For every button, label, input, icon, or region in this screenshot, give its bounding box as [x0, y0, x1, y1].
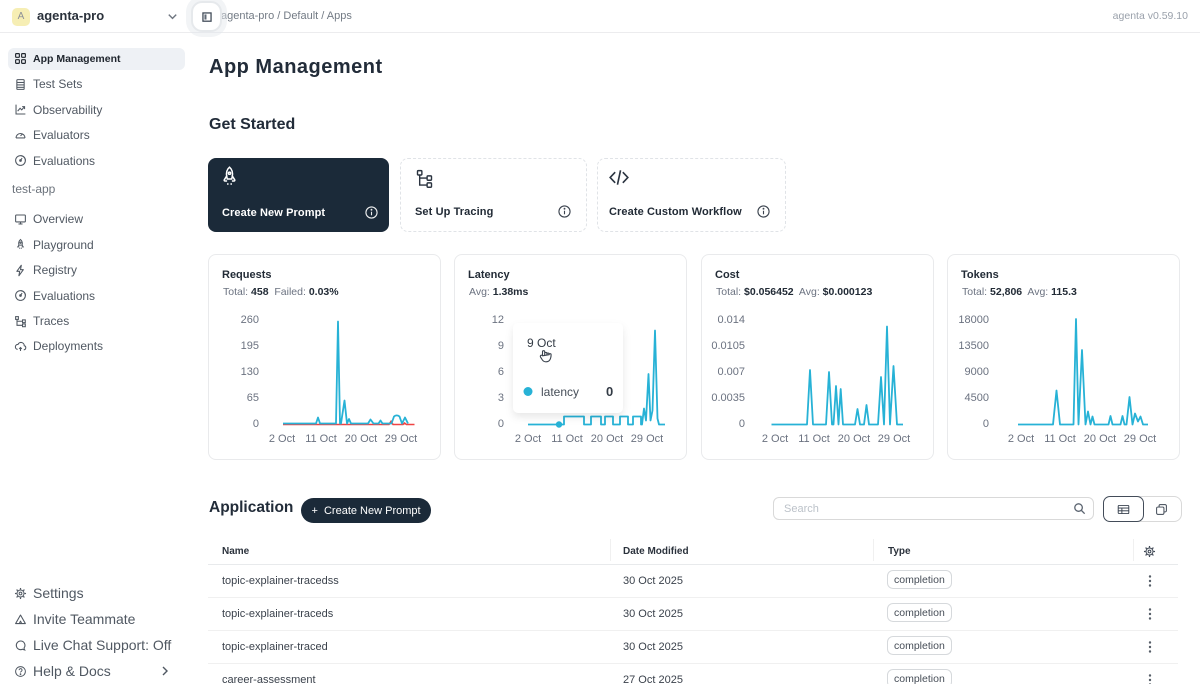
- svg-text:2 Oct: 2 Oct: [515, 433, 541, 445]
- svg-text:0.0035: 0.0035: [711, 392, 745, 404]
- svg-text:0: 0: [498, 418, 504, 430]
- svg-text:20 Oct: 20 Oct: [591, 433, 623, 445]
- svg-text:0.014: 0.014: [717, 314, 745, 326]
- svg-text:12: 12: [492, 314, 504, 326]
- svg-text:20 Oct: 20 Oct: [1084, 433, 1116, 445]
- svg-text:0: 0: [606, 384, 613, 399]
- svg-text:3: 3: [498, 392, 504, 404]
- svg-text:4500: 4500: [965, 392, 989, 404]
- svg-text:9000: 9000: [965, 366, 989, 378]
- svg-text:65: 65: [247, 392, 259, 404]
- svg-text:11 Oct: 11 Oct: [1044, 433, 1076, 445]
- svg-text:0.0105: 0.0105: [711, 340, 745, 352]
- svg-text:29 Oct: 29 Oct: [631, 433, 663, 445]
- svg-text:11 Oct: 11 Oct: [551, 433, 583, 445]
- svg-text:11 Oct: 11 Oct: [798, 433, 830, 445]
- svg-text:0: 0: [739, 418, 745, 430]
- svg-text:11 Oct: 11 Oct: [305, 433, 337, 445]
- svg-text:0: 0: [983, 418, 989, 430]
- svg-text:20 Oct: 20 Oct: [838, 433, 870, 445]
- svg-text:20 Oct: 20 Oct: [345, 433, 377, 445]
- svg-text:260: 260: [241, 314, 259, 326]
- svg-text:195: 195: [241, 340, 259, 352]
- svg-text:9: 9: [498, 340, 504, 352]
- svg-text:0: 0: [253, 418, 259, 430]
- svg-text:6: 6: [498, 366, 504, 378]
- svg-text:130: 130: [241, 366, 259, 378]
- svg-text:2 Oct: 2 Oct: [269, 433, 295, 445]
- svg-text:9 Oct: 9 Oct: [527, 336, 556, 350]
- svg-text:2 Oct: 2 Oct: [1008, 433, 1034, 445]
- svg-text:29 Oct: 29 Oct: [385, 433, 417, 445]
- svg-text:13500: 13500: [958, 340, 989, 352]
- svg-text:29 Oct: 29 Oct: [1124, 433, 1156, 445]
- svg-text:latency: latency: [541, 385, 579, 399]
- svg-text:2 Oct: 2 Oct: [762, 433, 788, 445]
- svg-text:29 Oct: 29 Oct: [878, 433, 910, 445]
- svg-text:18000: 18000: [958, 314, 989, 326]
- svg-text:0.007: 0.007: [717, 366, 745, 378]
